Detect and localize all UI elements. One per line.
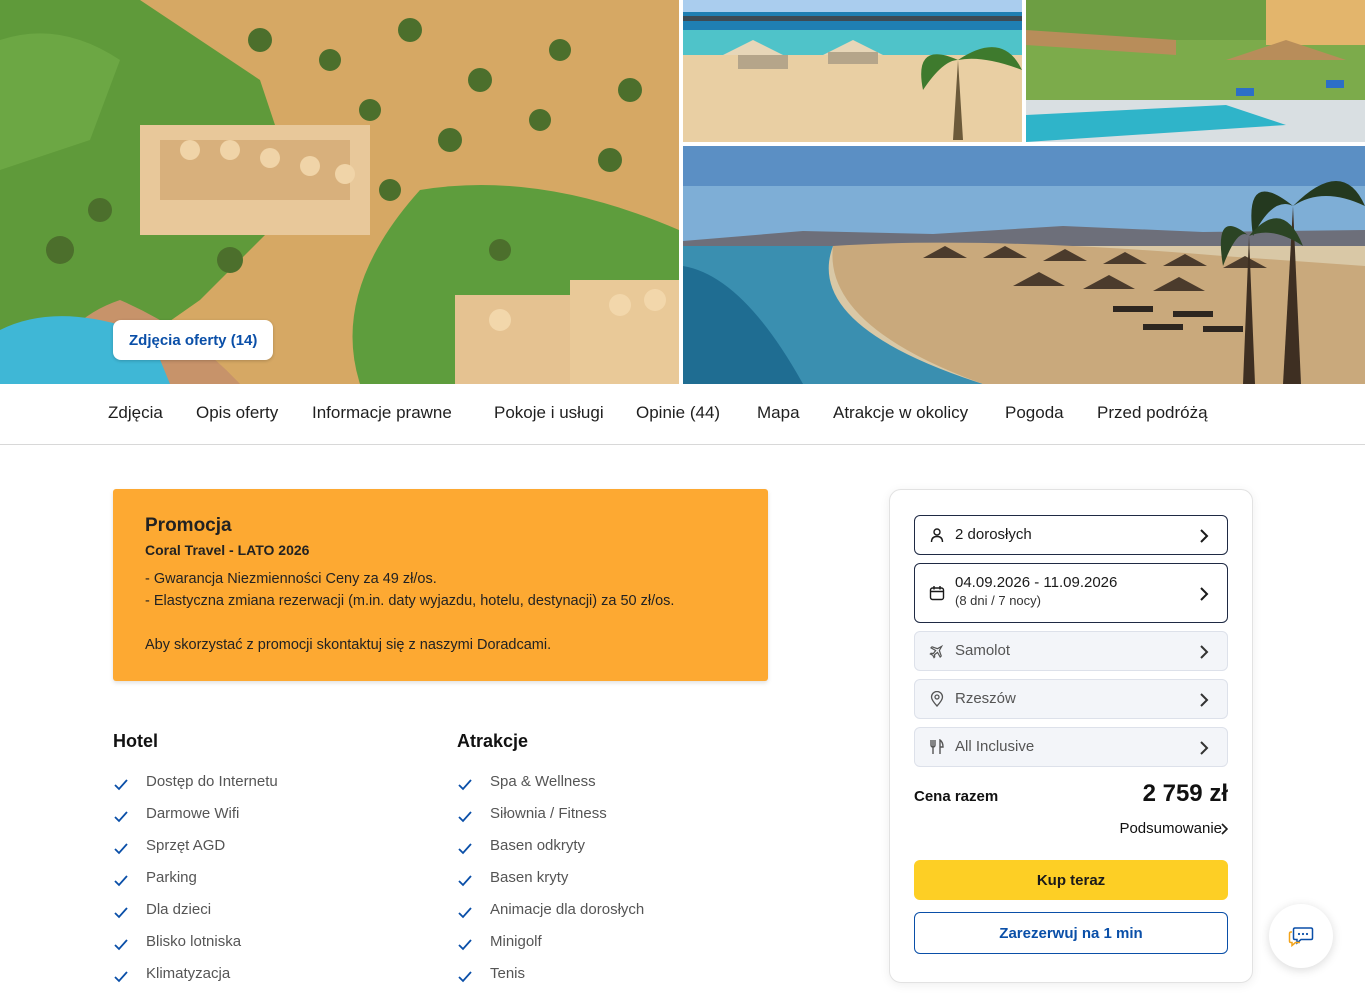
- chat-button[interactable]: [1269, 904, 1333, 968]
- promo-contact-line: Aby skorzystać z promocji skontaktuj się…: [145, 637, 552, 653]
- dates-field[interactable]: 04.09.2026 - 11.09.2026 (8 dni / 7 nocy): [914, 563, 1228, 623]
- list-item: Animacje dla dorosłych: [457, 901, 777, 933]
- check-icon: [458, 779, 472, 791]
- check-icon: [114, 811, 128, 823]
- list-item: Basen odkryty: [457, 837, 777, 869]
- tab-legal-info[interactable]: Informacje prawne: [312, 403, 452, 423]
- check-icon: [114, 843, 128, 855]
- feature-label: Blisko lotniska: [146, 933, 242, 950]
- buy-now-button[interactable]: Kup teraz: [914, 860, 1228, 900]
- tab-photos[interactable]: Zdjęcia: [108, 403, 163, 423]
- list-item: Dla dzieci: [113, 901, 413, 933]
- photo-gallery: Zdjęcia oferty (14): [0, 0, 1365, 384]
- check-icon: [458, 875, 472, 887]
- user-icon: [930, 528, 944, 543]
- feature-label: Parking: [146, 869, 197, 886]
- list-item: Dostęp do Internetu: [113, 773, 413, 805]
- chevron-right-icon: [1200, 529, 1209, 543]
- beach-umbrellas-photo[interactable]: [683, 146, 1365, 384]
- list-item: Minigolf: [457, 933, 777, 965]
- location-pin-icon: [930, 691, 944, 707]
- tab-map[interactable]: Mapa: [757, 403, 800, 423]
- check-icon: [114, 875, 128, 887]
- cutlery-icon: [930, 739, 944, 754]
- offer-tabs: Zdjęcia Opis oferty Informacje prawne Po…: [0, 384, 1365, 445]
- check-icon: [458, 811, 472, 823]
- board-value: All Inclusive: [955, 738, 1035, 755]
- reserve-button[interactable]: Zarezerwuj na 1 min: [914, 912, 1228, 954]
- tab-weather[interactable]: Pogoda: [1005, 403, 1064, 423]
- booking-card: 2 dorosłych 04.09.2026 - 11.09.2026 (8 d…: [889, 489, 1253, 983]
- list-item: Blisko lotniska: [113, 933, 413, 965]
- feature-label: Darmowe Wifi: [146, 805, 240, 822]
- feature-label: Klimatyzacja: [146, 965, 231, 982]
- feature-label: Basen kryty: [490, 869, 569, 886]
- chevron-right-icon: [1200, 693, 1209, 707]
- dates-value: 04.09.2026 - 11.09.2026: [955, 574, 1118, 591]
- check-icon: [114, 779, 128, 791]
- tab-reviews[interactable]: Opinie (44): [636, 403, 720, 423]
- list-item: Basen kryty: [457, 869, 777, 901]
- check-icon: [114, 971, 128, 983]
- promo-line: - Elastyczna zmiana rezerwacji (m.in. da…: [145, 593, 675, 609]
- feature-label: Spa & Wellness: [490, 773, 596, 790]
- departure-field[interactable]: Rzeszów: [914, 679, 1228, 719]
- tab-rooms-services[interactable]: Pokoje i usługi: [494, 403, 604, 423]
- total-price: 2 759 zł: [1142, 780, 1228, 807]
- promo-title: Promocja: [145, 515, 232, 536]
- list-item: Klimatyzacja: [113, 965, 413, 997]
- attractions-features: Atrakcje Spa & Wellness Siłownia / Fitne…: [457, 731, 777, 997]
- feature-label: Dla dzieci: [146, 901, 212, 918]
- list-item: Darmowe Wifi: [113, 805, 413, 837]
- check-icon: [458, 907, 472, 919]
- feature-label: Siłownia / Fitness: [490, 805, 607, 822]
- pool-photo[interactable]: [1026, 0, 1365, 142]
- travelers-value: 2 dorosłych: [955, 526, 1032, 543]
- transport-field[interactable]: Samolot: [914, 631, 1228, 671]
- check-icon: [114, 907, 128, 919]
- feature-label: Basen odkryty: [490, 837, 586, 854]
- travelers-field[interactable]: 2 dorosłych: [914, 515, 1228, 555]
- beach-pier-photo[interactable]: [683, 0, 1022, 142]
- feature-label: Tenis: [490, 965, 526, 982]
- hotel-features: Hotel Dostęp do Internetu Darmowe Wifi S…: [113, 731, 413, 997]
- tab-description[interactable]: Opis oferty: [196, 403, 278, 423]
- board-field[interactable]: All Inclusive: [914, 727, 1228, 767]
- summary-link[interactable]: Podsumowanie: [1119, 820, 1222, 837]
- list-item: Parking: [113, 869, 413, 901]
- price-label: Cena razem: [914, 788, 999, 805]
- tab-before-travel[interactable]: Przed podróżą: [1097, 403, 1208, 423]
- list-item: Sprzęt AGD: [113, 837, 413, 869]
- feature-label: Minigolf: [490, 933, 542, 950]
- main-photo[interactable]: [0, 0, 679, 384]
- list-item: Tenis: [457, 965, 777, 997]
- promo-line: - Gwarancja Niezmienności Ceny za 49 zł/…: [145, 571, 437, 587]
- departure-value: Rzeszów: [955, 690, 1016, 707]
- transport-value: Samolot: [955, 642, 1011, 659]
- hotel-features-title: Hotel: [113, 731, 158, 751]
- list-item: Spa & Wellness: [457, 773, 777, 805]
- check-icon: [458, 843, 472, 855]
- chevron-right-icon: [1200, 741, 1209, 755]
- tab-nearby-attractions[interactable]: Atrakcje w okolicy: [833, 403, 968, 423]
- chat-icon: [1288, 927, 1314, 947]
- feature-label: Animacje dla dorosłych: [490, 901, 645, 918]
- check-icon: [458, 971, 472, 983]
- calendar-icon: [929, 586, 945, 601]
- plane-icon: [929, 644, 944, 659]
- check-icon: [114, 939, 128, 951]
- promo-box: Promocja Coral Travel - LATO 2026 - Gwar…: [113, 489, 768, 681]
- duration-value: (8 dni / 7 nocy): [955, 593, 1041, 608]
- chevron-right-icon: [1200, 645, 1209, 659]
- feature-label: Sprzęt AGD: [146, 837, 226, 854]
- promo-subtitle: Coral Travel - LATO 2026: [145, 542, 310, 558]
- chevron-right-icon: [1200, 587, 1209, 601]
- chevron-right-icon: [1221, 823, 1228, 835]
- list-item: Siłownia / Fitness: [457, 805, 777, 837]
- photos-button[interactable]: Zdjęcia oferty (14): [113, 320, 274, 360]
- check-icon: [458, 939, 472, 951]
- feature-label: Dostęp do Internetu: [146, 773, 278, 790]
- attractions-title: Atrakcje: [457, 731, 529, 751]
